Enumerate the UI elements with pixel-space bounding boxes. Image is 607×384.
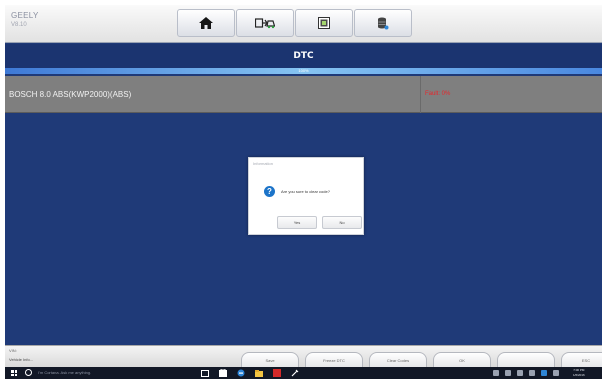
data-log-button[interactable] [354,9,412,37]
chevron-up-icon[interactable] [493,370,499,376]
vehicle-swap-button[interactable] [236,9,294,37]
dialog-message: Are you sure to clear code? [281,189,330,194]
screenshot-button[interactable] [295,9,353,37]
header: GEELY V8.10 [5,5,602,43]
software-version: V8.10 [11,22,27,28]
clock[interactable]: 7:00 PM 1/6/2016 [573,368,585,378]
start-icon[interactable] [11,370,17,376]
question-icon: ? [264,186,275,197]
footer: VIN: Vehicle Info... Save Freeze DTC Cle… [5,345,602,370]
page-title: DTC [5,44,602,68]
windows-taskbar: I'm Cortana. Ask me anything. 7:00 PM 1/… [5,367,602,379]
dtc-row[interactable]: BOSCH 8.0 ABS(KWP2000)(ABS) Fault: 0% [5,76,602,113]
store-icon[interactable] [219,369,227,377]
brand: GEELY V8.10 [11,11,39,28]
toolbar [177,9,413,39]
scan-progress-bar: 100% [5,68,602,74]
diagnostic-app-icon[interactable] [291,369,299,377]
cortana-icon[interactable] [25,369,32,376]
column-divider [420,76,421,113]
vehicle-info-link[interactable]: Vehicle Info... [9,357,33,362]
app-screen: GEELY V8.10 DTC 100% BOSCH 8.0 ABS(KWP20… [5,5,602,379]
display-icon[interactable] [553,370,559,376]
no-button[interactable]: No [322,216,362,229]
file-explorer-icon[interactable] [255,369,263,377]
home-icon [199,17,213,29]
yes-button[interactable]: Yes [277,216,317,229]
system-tray [493,370,565,376]
fault-status: Fault: 0% [425,91,451,97]
clock-time: 7:00 PM [573,368,585,372]
home-button[interactable] [177,9,235,37]
volume-icon[interactable] [517,370,523,376]
task-view-icon[interactable] [201,369,209,377]
screenshot-icon [318,17,330,29]
progress-label: 100% [298,68,309,73]
brand-name: GEELY [11,11,39,20]
edge-icon[interactable] [237,369,245,377]
clock-date: 1/6/2016 [573,373,585,377]
data-log-icon [378,17,389,29]
notification-icon[interactable] [541,370,547,376]
network-icon[interactable] [505,370,511,376]
system-name: BOSCH 8.0 ABS(KWP2000)(ABS) [9,90,132,99]
confirm-clear-dialog: Information ? Are you sure to clear code… [248,157,364,235]
search-box[interactable]: I'm Cortana. Ask me anything. [38,370,91,375]
keyboard-icon[interactable] [529,370,535,376]
vin-label: VIN: [9,348,17,353]
media-app-icon[interactable] [273,369,281,377]
vehicle-swap-icon [255,18,275,29]
dialog-title: Information [253,161,274,166]
taskbar-apps [201,369,309,377]
